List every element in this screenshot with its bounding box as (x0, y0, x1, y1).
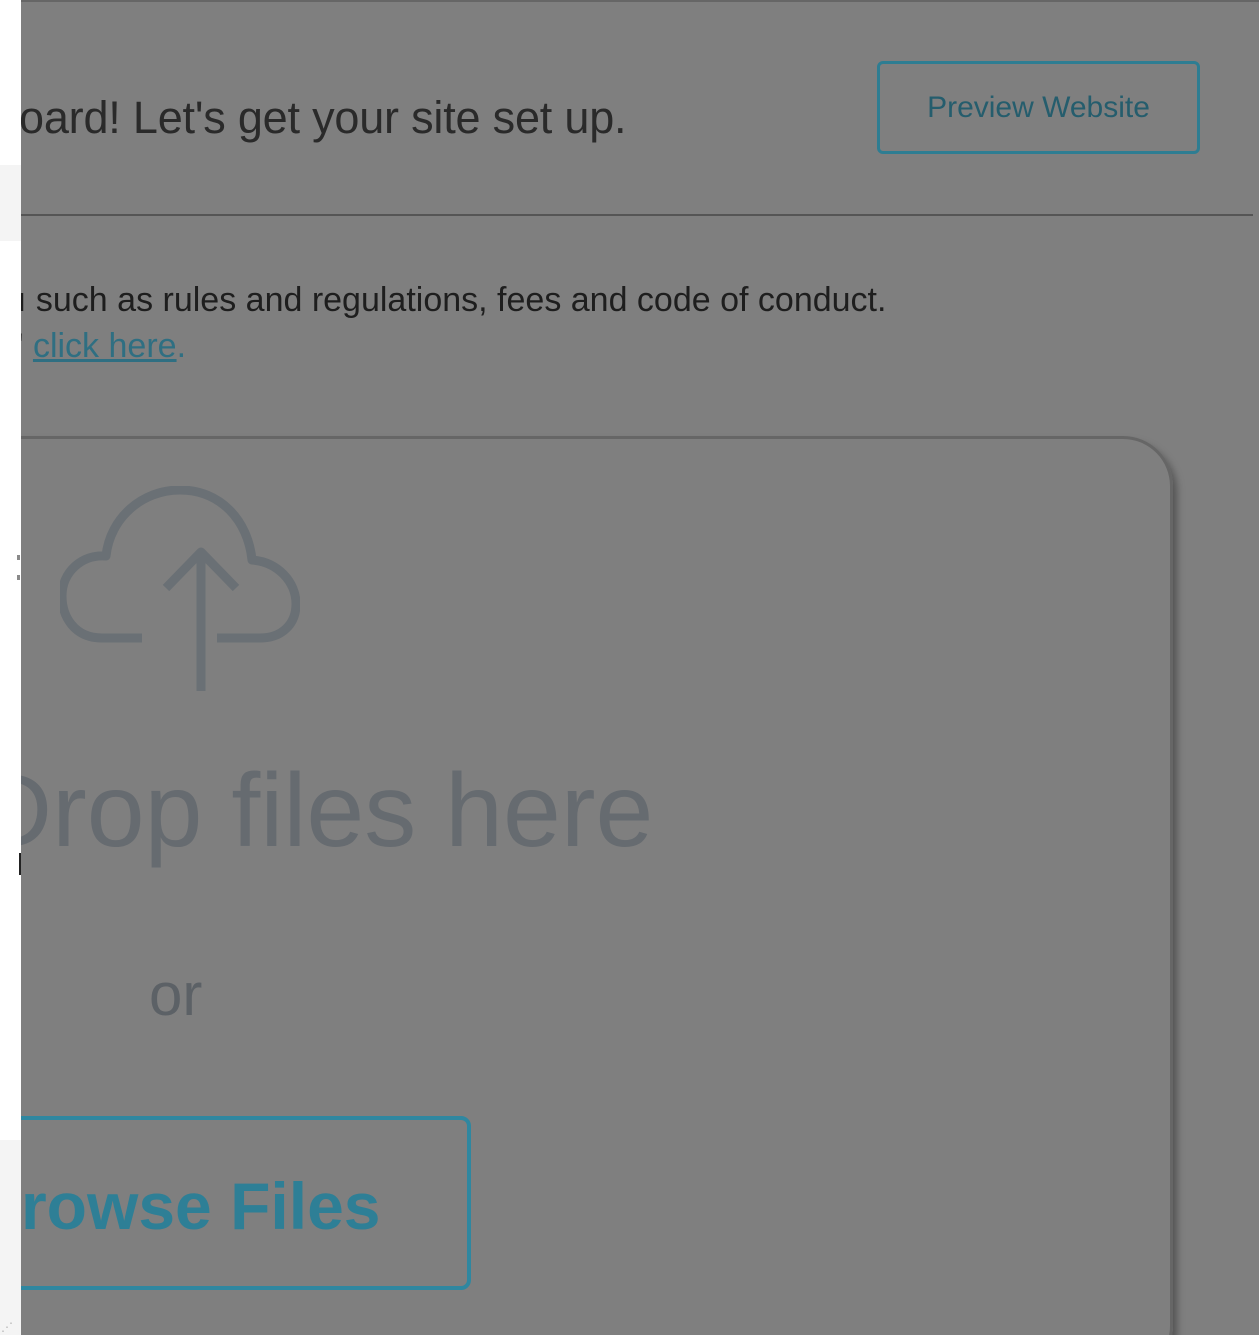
browse-files-label: rowse Files (21, 1169, 381, 1243)
cloud-upload-icon (60, 486, 300, 691)
drop-files-text: Drop files here (21, 753, 654, 869)
header-divider (21, 214, 1253, 216)
sidebar-tick (17, 555, 20, 560)
sidebar-bottom-band (0, 1140, 21, 1335)
welcome-heading: oard! Let's get your site set up. (21, 92, 627, 143)
sidebar-active-band (0, 165, 21, 241)
info-description: ı such as rules and regulations, fees an… (21, 281, 887, 319)
link-lead-text: ' (21, 327, 24, 365)
info-link-line: ' click here. (21, 327, 186, 366)
left-sidebar-edge: ⋰ (0, 0, 21, 1335)
resize-grip-icon[interactable]: ⋰ (1, 1321, 13, 1333)
page: ⋰ oard! Let's get your site set up. Prev… (0, 0, 1259, 1335)
link-trailing-text: . (176, 327, 187, 365)
main-panel-overlay: oard! Let's get your site set up. Previe… (21, 0, 1259, 1335)
preview-website-button[interactable]: Preview Website (877, 61, 1200, 154)
click-here-link[interactable]: click here (33, 327, 177, 365)
panel-top-border (21, 0, 1259, 2)
or-separator-text: or (149, 961, 203, 1028)
sidebar-tick (17, 575, 20, 580)
